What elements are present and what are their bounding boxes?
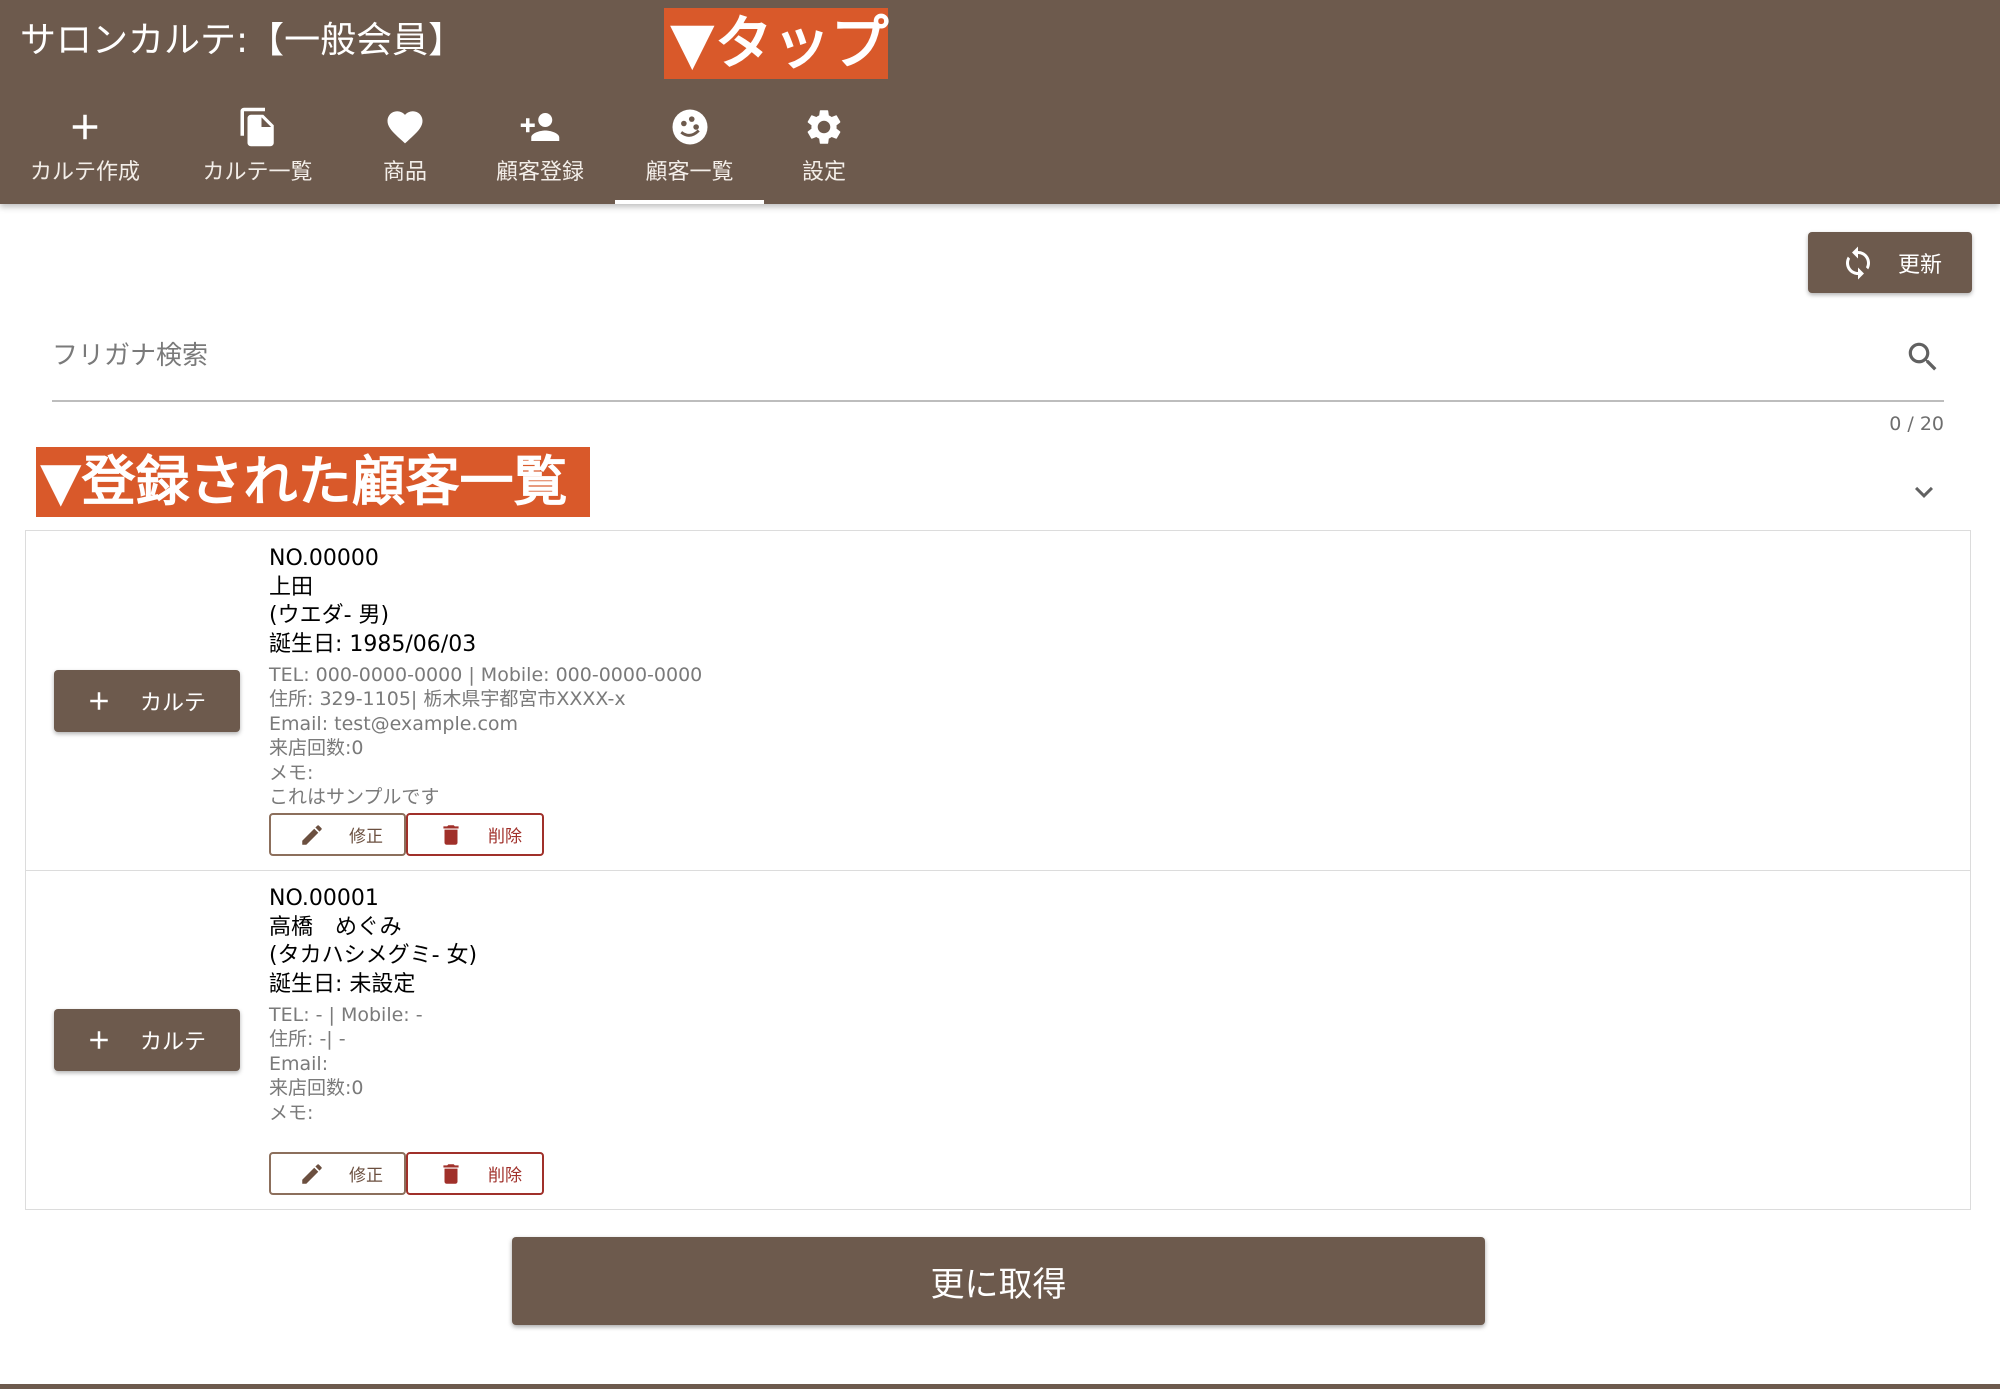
customer-info: NO.00001 高橋 めぐみ (タカハシメグミ- 女) 誕生日: 未設定 TE…: [269, 885, 477, 1125]
delete-button[interactable]: 削除: [406, 1152, 544, 1195]
row-actions: 修正 削除: [269, 1152, 544, 1195]
tab-label: 設定: [801, 160, 846, 185]
add-karte-button[interactable]: カルテ: [54, 670, 240, 732]
app-title: サロンカルテ:【一般会員】: [20, 20, 465, 61]
heart-icon: [387, 111, 423, 144]
refresh-button[interactable]: 更新: [1808, 232, 1972, 293]
customer-tel: TEL: 000-0000-0000 | Mobile: 000-0000-00…: [269, 664, 703, 686]
chevron-down-icon[interactable]: [1906, 474, 1942, 510]
trash-icon: [443, 824, 459, 845]
edit-button[interactable]: 修正: [269, 1152, 406, 1195]
tab-karte-create[interactable]: カルテ作成: [0, 96, 170, 204]
customer-name: 高橋 めぐみ: [269, 914, 402, 940]
edit-label: 修正: [349, 1166, 383, 1186]
customer-row: カルテ NO.00000 上田 (ウエダ- 男) 誕生日: 1985/06/03…: [26, 531, 1970, 871]
tab-customer-list[interactable]: 顧客一覧: [615, 96, 764, 204]
customer-birthday: 誕生日: 1985/06/03: [269, 631, 477, 657]
face-icon: [672, 109, 707, 145]
pencil-icon: [302, 1163, 322, 1184]
edit-label: 修正: [349, 827, 383, 847]
plus-icon: [72, 114, 98, 140]
customer-no: NO.00000: [269, 546, 379, 571]
row-actions: 修正 削除: [269, 813, 544, 856]
tab-customer-register[interactable]: 顧客登録: [465, 96, 615, 204]
gear-icon: [807, 110, 841, 144]
tab-label: カルテ一覧: [202, 160, 313, 185]
app-header: サロンカルテ:【一般会員】 カルテ作成 カルテ一覧 商品 顧客登録 顧客一覧 設…: [0, 0, 2000, 204]
tab-karte-list[interactable]: カルテ一覧: [170, 96, 345, 204]
trash-icon: [443, 1163, 459, 1184]
delete-label: 削除: [488, 827, 522, 847]
page-bottom-border: [0, 1384, 2000, 1389]
customer-info: NO.00000 上田 (ウエダ- 男) 誕生日: 1985/06/03 TEL…: [269, 545, 702, 809]
customer-memo: これはサンプルです: [269, 786, 440, 809]
refresh-label: 更新: [1898, 252, 1943, 278]
customer-birthday: 誕生日: 未設定: [269, 971, 416, 997]
customer-memo-label: メモ:: [269, 761, 314, 784]
copy-icon: [240, 107, 274, 147]
search-input[interactable]: [52, 326, 1892, 386]
nav-tabs: カルテ作成 カルテ一覧 商品 顧客登録 顧客一覧 設定: [0, 96, 884, 204]
load-more-button[interactable]: 更に取得: [512, 1237, 1485, 1325]
tab-label: 顧客登録: [495, 160, 584, 185]
delete-button[interactable]: 削除: [406, 813, 544, 856]
customer-no: NO.00001: [269, 886, 379, 911]
tab-products[interactable]: 商品: [345, 96, 465, 204]
tab-label: 顧客一覧: [645, 160, 734, 185]
delete-label: 削除: [488, 1166, 522, 1186]
customer-email: Email:: [269, 1052, 329, 1075]
edit-button[interactable]: 修正: [269, 813, 406, 856]
list-annotation: ▼登録された顧客一覧: [36, 447, 590, 517]
tab-label: 商品: [382, 160, 427, 185]
refresh-icon: [1846, 246, 1870, 279]
add-karte-button[interactable]: カルテ: [54, 1009, 240, 1071]
add-karte-label: カルテ: [140, 691, 207, 716]
customer-email: Email: test@example.com: [269, 712, 519, 735]
customer-visits: 来店回数:0: [269, 1077, 364, 1100]
customer-row: カルテ NO.00001 高橋 めぐみ (タカハシメグミ- 女) 誕生日: 未設…: [26, 871, 1970, 1209]
tab-settings[interactable]: 設定: [764, 96, 884, 204]
customer-kana: (ウエダ- 男): [269, 603, 390, 628]
search-icon[interactable]: [1904, 338, 1942, 376]
customer-name: 上田: [269, 574, 314, 600]
tab-label: カルテ作成: [29, 160, 140, 185]
tap-annotation: ▼タップ: [664, 8, 889, 79]
customer-address: 住所: 329-1105| 栃木県宇都宮市XXXX-x: [269, 688, 626, 711]
plus-icon: [90, 692, 108, 710]
person-add-icon: [520, 113, 560, 141]
customer-tel: TEL: - | Mobile: -: [269, 1004, 423, 1026]
search-field: [52, 326, 1944, 402]
customer-visits: 来店回数:0: [269, 737, 364, 760]
plus-icon: [90, 1031, 108, 1049]
add-karte-label: カルテ: [140, 1030, 207, 1055]
search-counter: 0 / 20: [1889, 413, 1944, 435]
pencil-icon: [302, 824, 322, 845]
customer-kana: (タカハシメグミ- 女): [269, 943, 478, 968]
customer-memo-label: メモ:: [269, 1101, 314, 1124]
customer-address: 住所: -| -: [269, 1028, 346, 1051]
customer-list: カルテ NO.00000 上田 (ウエダ- 男) 誕生日: 1985/06/03…: [25, 530, 1971, 1210]
